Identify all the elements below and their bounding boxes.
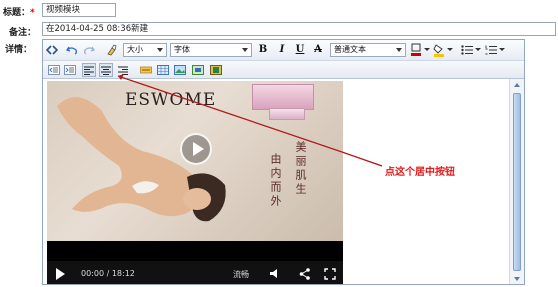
annotation-arrow [117, 74, 383, 167]
annotation-text: 点这个居中按钮 [385, 167, 455, 178]
